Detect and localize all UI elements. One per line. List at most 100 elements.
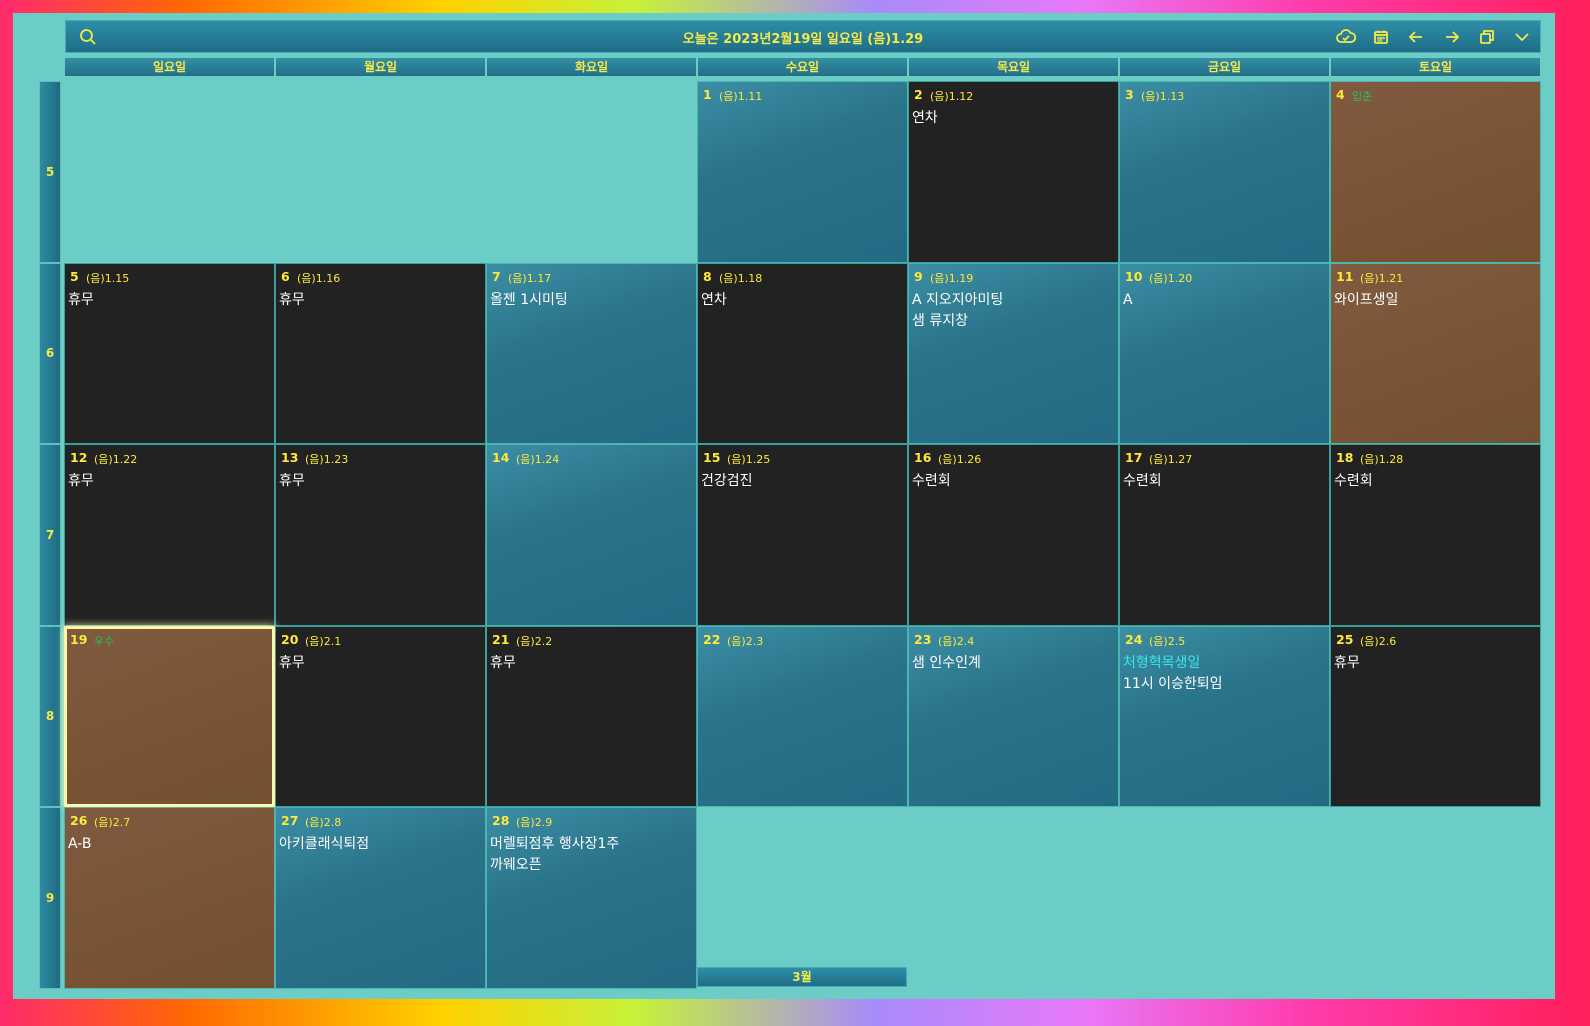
arrow-right-icon[interactable] <box>1442 27 1462 47</box>
event-list: 머렐퇴점후 행사장1주 까웨오픈 <box>490 834 693 876</box>
event-item[interactable]: 휴무 <box>279 653 482 674</box>
event-item[interactable]: 휴무 <box>68 290 271 311</box>
day-cell[interactable]: 12 (음)1.22 휴무 <box>64 444 275 626</box>
day-cell[interactable]: 21 (음)2.2 휴무 <box>486 625 697 807</box>
day-cell[interactable]: 7 (음)1.17 올젠 1시미팅 <box>486 262 697 444</box>
day-cell[interactable]: 17 (음)1.27 수련회 <box>1119 444 1330 626</box>
day-cell[interactable]: 13 (음)1.23 휴무 <box>275 444 486 626</box>
day-cell[interactable]: 4 입춘 <box>1330 81 1541 263</box>
event-item[interactable]: 수련회 <box>912 471 1115 492</box>
day-cell[interactable]: 18 (음)1.28 수련회 <box>1330 444 1541 626</box>
lunar-date: (음)1.16 <box>297 271 341 285</box>
week-number: 6 <box>39 262 61 444</box>
day-number: 9 <box>914 268 923 284</box>
day-cell[interactable]: 26 (음)2.7 A-B <box>64 807 275 989</box>
day-cell-today[interactable]: 19 우수 <box>64 625 275 807</box>
calendar-icon[interactable] <box>1371 27 1391 47</box>
day-number: 21 <box>492 631 510 647</box>
event-item[interactable]: 휴무 <box>279 471 482 492</box>
event-item[interactable]: 휴무 <box>1334 653 1537 674</box>
today-title: 오늘은 2023년2월19일 일요일 (음)1.29 <box>682 32 924 47</box>
event-item[interactable]: 휴무 <box>279 290 482 311</box>
day-cell[interactable]: 27 (음)2.8 아키클래식퇴점 <box>275 807 486 989</box>
weekday-header: 목요일 <box>908 57 1119 77</box>
day-cell[interactable]: 20 (음)2.1 휴무 <box>275 625 486 807</box>
day-number: 23 <box>914 631 932 647</box>
week-number: 5 <box>39 81 61 263</box>
lunar-date: (음)1.21 <box>1360 271 1404 285</box>
event-list: 와이프생일 <box>1334 290 1537 311</box>
day-number: 20 <box>281 631 299 647</box>
event-item[interactable]: 연차 <box>912 108 1115 129</box>
lunar-date: (음)2.8 <box>305 816 342 829</box>
event-item[interactable]: 샘 인수인계 <box>912 653 1115 674</box>
event-item[interactable]: 휴무 <box>68 471 271 492</box>
day-cell[interactable]: 25 (음)2.6 휴무 <box>1330 625 1541 807</box>
event-item[interactable]: 머렐퇴점후 행사장1주 <box>490 834 693 855</box>
sync-icon[interactable] <box>1336 27 1356 47</box>
day-number: 19 <box>70 631 88 647</box>
day-cell[interactable]: 8 (음)1.18 연차 <box>697 262 908 444</box>
weekday-header: 월요일 <box>275 57 486 77</box>
day-cell[interactable]: 11 (음)1.21 와이프생일 <box>1330 262 1541 444</box>
event-item[interactable]: A 지오지아미팅 <box>912 290 1115 311</box>
day-cell[interactable]: 3 (음)1.13 <box>1119 81 1330 263</box>
chevron-down-icon[interactable] <box>1512 27 1532 47</box>
arrow-left-icon[interactable] <box>1406 27 1426 47</box>
event-item[interactable]: 건강검진 <box>701 471 904 492</box>
day-number: 14 <box>492 450 510 465</box>
event-list: 휴무 <box>68 290 271 311</box>
event-item[interactable]: 까웨오픈 <box>490 855 693 876</box>
lunar-date: (음)2.2 <box>516 634 553 648</box>
event-item[interactable]: 와이프생일 <box>1334 290 1537 311</box>
lunar-date: (음)1.13 <box>1141 90 1185 103</box>
event-list: A <box>1123 290 1326 311</box>
event-item[interactable]: 샘 류지창 <box>912 311 1115 332</box>
lunar-date: (음)2.3 <box>727 634 764 648</box>
day-number: 16 <box>914 450 932 465</box>
day-cell[interactable]: 10 (음)1.20 A <box>1119 262 1330 444</box>
day-number: 5 <box>70 268 79 284</box>
lunar-date: (음)1.23 <box>305 453 349 466</box>
event-list: 수련회 <box>1123 471 1326 492</box>
day-cell[interactable]: 14 (음)1.24 <box>486 444 697 626</box>
event-list: 연차 <box>701 290 904 311</box>
lunar-date: (음)1.22 <box>94 453 138 466</box>
day-cell[interactable]: 2 (음)1.12 연차 <box>908 81 1119 263</box>
next-month-tab[interactable]: 3월 <box>697 967 907 987</box>
event-list: A 지오지아미팅 샘 류지창 <box>912 290 1115 332</box>
week-number: 7 <box>39 444 61 626</box>
day-cell[interactable]: 5 (음)1.15 휴무 <box>64 262 275 444</box>
lunar-date: (음)2.6 <box>1360 634 1397 648</box>
day-cell[interactable]: 28 (음)2.9 머렐퇴점후 행사장1주 까웨오픈 <box>486 807 697 989</box>
lunar-date: (음)1.12 <box>930 90 974 103</box>
event-item[interactable]: 수련회 <box>1123 471 1326 492</box>
event-item[interactable]: 아키클래식퇴점 <box>279 834 482 855</box>
day-cell[interactable]: 24 (음)2.5 처형혁목생일 11시 이승한퇴임 <box>1119 625 1330 807</box>
day-number: 13 <box>281 450 299 465</box>
day-cell[interactable]: 16 (음)1.26 수련회 <box>908 444 1119 626</box>
day-number: 26 <box>70 813 88 828</box>
day-cell[interactable]: 1 (음)1.11 <box>697 81 908 263</box>
day-number: 3 <box>1125 87 1134 102</box>
event-item[interactable]: 11시 이승한퇴임 <box>1123 674 1326 695</box>
event-item[interactable]: 올젠 1시미팅 <box>490 290 693 311</box>
day-cell[interactable]: 22 (음)2.3 <box>697 625 908 807</box>
day-cell[interactable]: 6 (음)1.16 휴무 <box>275 262 486 444</box>
event-item[interactable]: 휴무 <box>490 653 693 674</box>
event-item[interactable]: 처형혁목생일 <box>1123 653 1326 674</box>
restore-window-icon[interactable] <box>1477 27 1497 47</box>
event-item[interactable]: 수련회 <box>1334 471 1537 492</box>
weekday-header: 화요일 <box>486 57 697 77</box>
day-cell[interactable]: 15 (음)1.25 건강검진 <box>697 444 908 626</box>
day-cell[interactable]: 23 (음)2.4 샘 인수인계 <box>908 625 1119 807</box>
solar-term-label: 우수 <box>94 634 115 648</box>
event-item[interactable]: A-B <box>68 834 271 855</box>
event-list: 휴무 <box>1334 653 1537 674</box>
lunar-date: (음)1.17 <box>508 271 552 285</box>
event-item[interactable]: A <box>1123 290 1326 311</box>
day-number: 4 <box>1336 87 1345 102</box>
lunar-date: (음)1.11 <box>719 90 763 103</box>
event-item[interactable]: 연차 <box>701 290 904 311</box>
day-cell[interactable]: 9 (음)1.19 A 지오지아미팅 샘 류지창 <box>908 262 1119 444</box>
